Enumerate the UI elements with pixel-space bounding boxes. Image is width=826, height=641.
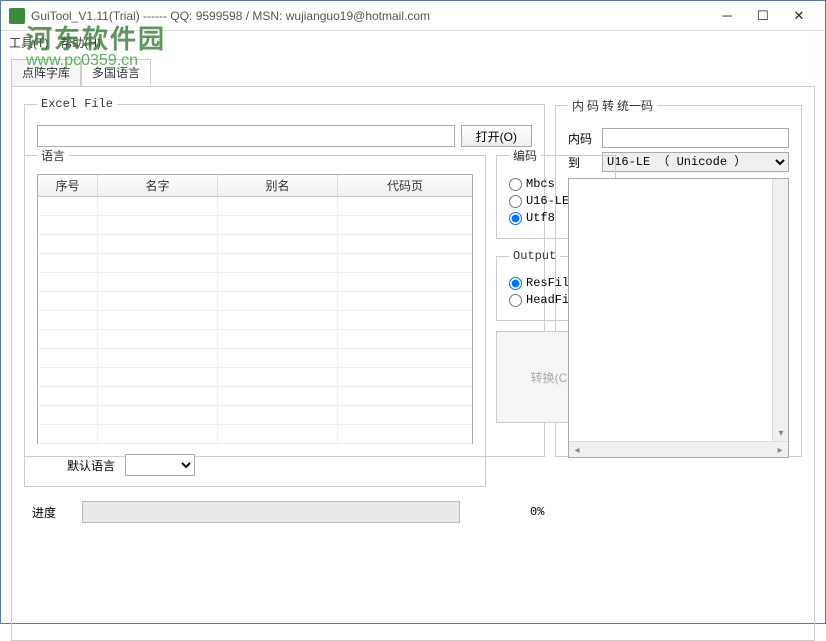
legend-output: Output — [509, 249, 560, 263]
default-lang-label: 默认语言 — [67, 457, 115, 474]
col-name[interactable]: 名字 — [98, 175, 218, 196]
innercode-input[interactable] — [602, 128, 789, 148]
col-codepage[interactable]: 代码页 — [338, 175, 472, 196]
menu-help[interactable]: 帮助(H) — [60, 34, 101, 51]
close-button[interactable]: ✕ — [781, 5, 817, 27]
tabs: 点阵字库 多国语言 — [1, 53, 825, 86]
table-header: 序号 名字 别名 代码页 — [38, 175, 472, 197]
innercode-label: 内码 — [568, 130, 596, 147]
scroll-down-icon[interactable]: ▾ — [773, 425, 789, 441]
scroll-left-icon[interactable]: ◂ — [569, 442, 585, 458]
window-title: GuiTool_V1.11(Trial) ------ QQ: 9599598 … — [31, 9, 709, 23]
codeconv-output[interactable]: ▾ ◂ ▸ — [568, 178, 789, 458]
default-lang-select[interactable] — [125, 454, 195, 476]
scroll-right-icon[interactable]: ▸ — [772, 442, 788, 458]
col-no[interactable]: 序号 — [38, 175, 98, 196]
to-select[interactable]: U16-LE （ Unicode ） — [602, 152, 789, 172]
menubar: 工具(T) 帮助(H) — [1, 31, 825, 53]
tab-dotfont[interactable]: 点阵字库 — [11, 59, 81, 86]
titlebar: GuiTool_V1.11(Trial) ------ QQ: 9599598 … — [1, 1, 825, 31]
maximize-button[interactable]: ☐ — [745, 5, 781, 27]
tab-multilang[interactable]: 多国语言 — [81, 59, 151, 86]
menu-tools[interactable]: 工具(T) — [9, 34, 48, 51]
scrollbar-vertical[interactable]: ▾ — [772, 179, 788, 441]
tab-content: Excel File 打开(O) 内 码 转 统一码 内码 到 U16-LE （… — [11, 86, 815, 641]
minimize-button[interactable]: ─ — [709, 5, 745, 27]
app-icon — [9, 8, 25, 24]
excel-path-input[interactable] — [37, 125, 455, 147]
progress-percent: 0% — [530, 505, 544, 519]
legend-codeconv: 内 码 转 统一码 — [568, 97, 657, 114]
open-button[interactable]: 打开(O) — [461, 125, 532, 147]
table-body — [38, 197, 472, 444]
scrollbar-horizontal[interactable]: ◂ ▸ — [569, 441, 788, 457]
progress-label: 进度 — [32, 504, 72, 521]
progress-bar — [82, 501, 460, 523]
legend-encoding: 编码 — [509, 147, 541, 164]
legend-excel: Excel File — [37, 97, 117, 111]
col-alias[interactable]: 别名 — [218, 175, 338, 196]
fieldset-language: 语言 序号 名字 别名 代码页 — [24, 147, 486, 487]
language-table: 序号 名字 别名 代码页 — [37, 174, 473, 444]
legend-language: 语言 — [37, 147, 69, 164]
